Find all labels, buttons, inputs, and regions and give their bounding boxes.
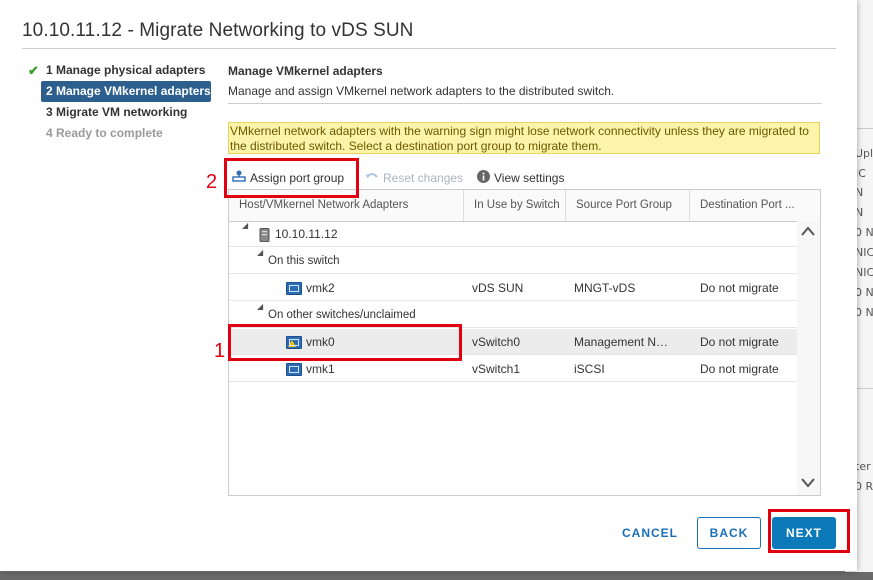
destination-cell: Do not migrate bbox=[700, 281, 779, 295]
scroll-up-icon[interactable] bbox=[801, 223, 815, 239]
adapter-cell: vmk2 bbox=[286, 275, 335, 301]
content-divider bbox=[228, 103, 822, 104]
reset-changes-label: Reset changes bbox=[383, 171, 464, 185]
info-icon bbox=[477, 169, 490, 189]
destination-cell: Do not migrate bbox=[700, 335, 779, 349]
collapse-triangle-icon[interactable]: ◢ bbox=[257, 302, 263, 311]
step-label: 4 Ready to complete bbox=[46, 126, 163, 140]
in-use-cell: vSwitch0 bbox=[472, 335, 521, 349]
step-label: 1 Manage physical adapters bbox=[46, 63, 206, 77]
annotation-box-vmk0 bbox=[228, 324, 462, 361]
step-ready-to-complete: 4 Ready to complete bbox=[28, 123, 212, 144]
scroll-down-icon[interactable] bbox=[801, 475, 815, 491]
vmkernel-adapter-icon bbox=[286, 363, 302, 377]
bg-text: 0 N bbox=[855, 226, 873, 239]
cancel-button[interactable]: CANCEL bbox=[610, 517, 690, 549]
background-bottom-bar bbox=[0, 572, 873, 580]
destination-cell: Do not migrate bbox=[700, 362, 779, 376]
step-manage-physical-adapters[interactable]: ✔ 1 Manage physical adapters bbox=[28, 60, 212, 81]
undo-icon bbox=[365, 169, 379, 189]
content-title: Manage VMkernel adapters bbox=[228, 64, 383, 78]
wizard-steps: ✔ 1 Manage physical adapters 2 Manage VM… bbox=[28, 60, 212, 144]
annotation-number-2: 2 bbox=[206, 171, 218, 193]
reset-changes-button[interactable]: Reset changes bbox=[365, 168, 463, 188]
collapse-triangle-icon[interactable]: ◢ bbox=[257, 248, 263, 257]
adapter-name: vmk2 bbox=[306, 281, 335, 295]
view-settings-label: View settings bbox=[494, 171, 565, 185]
source-cell: iSCSI bbox=[574, 362, 605, 376]
table-row[interactable]: vmk2 vDS SUN MNGT-vDS Do not migrate bbox=[229, 275, 797, 301]
step-label: 2 Manage VMkernel adapters bbox=[46, 84, 211, 98]
step-label: 3 Migrate VM networking bbox=[46, 105, 188, 119]
source-cell: MNGT-vDS bbox=[574, 281, 636, 295]
step-migrate-vm-networking[interactable]: 3 Migrate VM networking bbox=[28, 102, 212, 123]
warning-banner: VMkernel network adapters with the warni… bbox=[228, 122, 820, 154]
annotation-box-assign bbox=[224, 158, 359, 198]
bg-text: NIC bbox=[855, 266, 873, 279]
in-use-cell: vSwitch1 bbox=[472, 362, 521, 376]
bg-text: 0 N bbox=[855, 306, 873, 319]
view-settings-button[interactable]: View settings bbox=[477, 168, 564, 188]
bg-text: NIC bbox=[855, 246, 873, 259]
bg-text: 0 R bbox=[855, 480, 873, 493]
title-divider bbox=[22, 48, 836, 49]
annotation-number-1: 1 bbox=[214, 340, 226, 362]
bg-text: ter bbox=[855, 460, 871, 473]
back-button[interactable]: BACK bbox=[697, 517, 761, 549]
bg-text: Upl bbox=[855, 147, 873, 160]
table-group-this-switch[interactable]: ◢ On this switch bbox=[229, 248, 797, 274]
column-header-source[interactable]: Source Port Group bbox=[566, 190, 690, 221]
group-label: On this switch bbox=[268, 255, 340, 267]
table-row-host[interactable]: ◢ 10.10.11.12 bbox=[229, 221, 797, 247]
table-scrollbar[interactable] bbox=[797, 221, 820, 495]
source-cell: Management Net... bbox=[574, 335, 674, 349]
adapter-name: vmk1 bbox=[306, 362, 335, 376]
column-header-in-use[interactable]: In Use by Switch bbox=[464, 190, 566, 221]
host-name: 10.10.11.12 bbox=[275, 227, 338, 241]
vmkernel-adapter-icon bbox=[286, 282, 302, 296]
migrate-networking-dialog: 10.10.11.12 - Migrate Networking to vDS … bbox=[0, 0, 857, 571]
content-subtitle: Manage and assign VMkernel network adapt… bbox=[228, 84, 615, 98]
column-header-destination[interactable]: Destination Port ... bbox=[690, 190, 820, 221]
collapse-triangle-icon[interactable]: ◢ bbox=[242, 221, 248, 230]
bg-text: 0 N bbox=[855, 286, 873, 299]
annotation-box-next bbox=[768, 509, 850, 553]
in-use-cell: vDS SUN bbox=[472, 281, 524, 295]
step-manage-vmkernel-adapters[interactable]: 2 Manage VMkernel adapters bbox=[41, 81, 211, 102]
dialog-title: 10.10.11.12 - Migrate Networking to vDS … bbox=[22, 20, 414, 41]
server-icon bbox=[259, 221, 270, 247]
check-icon: ✔ bbox=[28, 63, 39, 78]
